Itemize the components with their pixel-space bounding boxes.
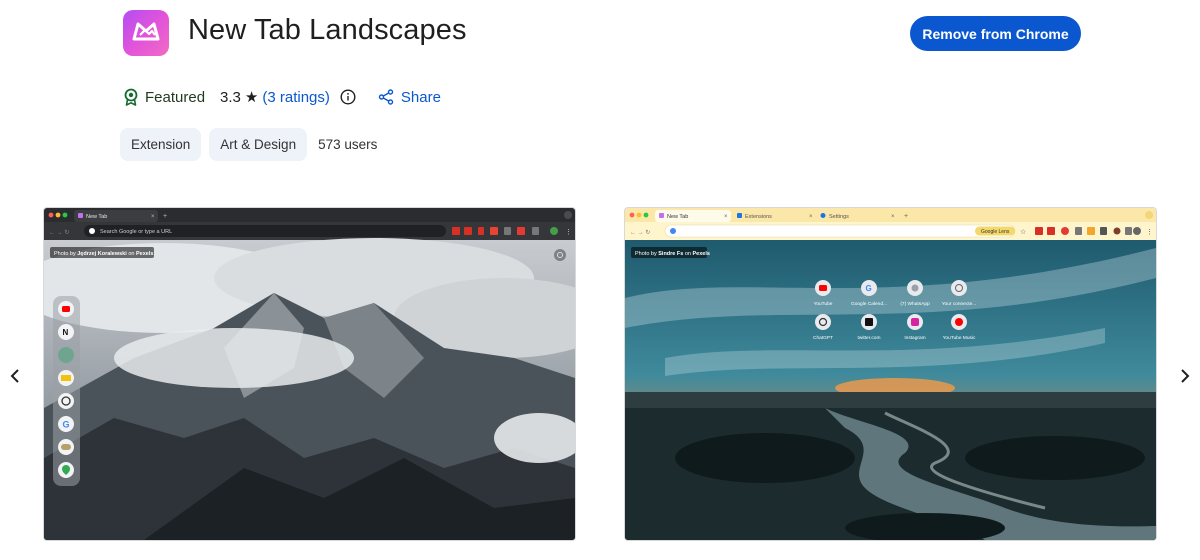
- chevron-left-icon[interactable]: [4, 364, 26, 388]
- remove-from-chrome-button[interactable]: Remove from Chrome: [910, 16, 1081, 51]
- settings-gear-icon: [554, 249, 566, 261]
- svg-text:G: G: [866, 284, 872, 293]
- tab-settings: Settings: [829, 214, 849, 220]
- folder-shortcut-icon: [61, 375, 71, 381]
- star-icon: ★: [244, 89, 259, 106]
- new-tab-icon: +: [163, 213, 167, 220]
- shortcut-whatsapp: (7) WhatsApp: [900, 301, 930, 307]
- svg-text:×: ×: [724, 214, 728, 220]
- favicon-icon: [659, 213, 664, 218]
- favicon-icon: [78, 213, 83, 218]
- svg-text:×: ×: [891, 214, 895, 220]
- category-chips: Extension Art & Design 573 users: [120, 128, 377, 161]
- tab-title: New Tab: [86, 214, 107, 220]
- chevron-right-icon[interactable]: [1174, 364, 1196, 388]
- screenshot-2[interactable]: New Tab × Extensions × Settings × + ← → …: [625, 208, 1156, 540]
- google-lens-chip: Google Lens: [981, 229, 1010, 235]
- chip-art-design[interactable]: Art & Design: [209, 128, 308, 161]
- featured-badge[interactable]: Featured: [123, 88, 205, 106]
- share-label: Share: [400, 88, 441, 106]
- tab-new-tab: New Tab: [667, 214, 688, 220]
- tab-close-icon: ×: [151, 214, 155, 220]
- users-count: 573 users: [318, 137, 378, 152]
- svg-text:← → ↻: ← → ↻: [49, 229, 69, 236]
- share-button[interactable]: Share: [378, 89, 441, 106]
- info-circle-icon[interactable]: [340, 89, 356, 105]
- tab-extensions: Extensions: [745, 214, 772, 220]
- youtube-shortcut-icon: [62, 306, 70, 312]
- shortcut-instagram: Instagram: [904, 335, 925, 341]
- chatgpt-shortcut-icon: [58, 347, 74, 363]
- svg-text:☆: ☆: [1020, 228, 1026, 236]
- landscape-logo-icon: [132, 22, 160, 41]
- share-icon: [378, 89, 394, 105]
- svg-text:← → ↻: ← → ↻: [630, 229, 650, 236]
- page-title: New Tab Landscapes: [188, 14, 467, 46]
- award-badge-icon: [124, 88, 138, 106]
- svg-text:+: +: [904, 213, 908, 220]
- rating-value: 3.3: [220, 88, 241, 106]
- shortcut-youtube: YouTube: [814, 301, 833, 307]
- shortcut-your-connected: Your connecte...: [942, 301, 977, 307]
- google-shortcut-icon: G: [63, 420, 70, 430]
- ratings-link[interactable]: (3 ratings): [262, 89, 330, 106]
- svg-text:⋮: ⋮: [1146, 229, 1153, 236]
- extension-logo: [123, 10, 169, 56]
- screenshot-1[interactable]: New Tab × + ← → ↻ Search Google or type …: [44, 208, 575, 540]
- svg-text:⋮: ⋮: [565, 229, 572, 236]
- notion-shortcut-icon: N: [63, 328, 69, 337]
- meta-row: Featured 3.3 ★ (3 ratings) Share: [123, 86, 441, 108]
- address-bar: Search Google or type a URL: [100, 229, 172, 235]
- chip-extension[interactable]: Extension: [120, 128, 202, 161]
- photo-credit: Photo by Jędrzej Koralewski on Pexels: [54, 251, 153, 257]
- shortcut-icon: [61, 444, 71, 450]
- shortcut-youtube-music: YouTube Music: [943, 335, 976, 341]
- shortcut-google-calendar: Google Calend...: [851, 301, 887, 307]
- svg-text:×: ×: [809, 214, 813, 220]
- shortcut-twitter: twitter.com: [858, 335, 881, 341]
- shortcut-chatgpt: ChatGPT: [813, 335, 833, 341]
- featured-label: Featured: [145, 88, 206, 106]
- photo-credit: Photo by Sindre Fs on Pexels: [635, 251, 710, 257]
